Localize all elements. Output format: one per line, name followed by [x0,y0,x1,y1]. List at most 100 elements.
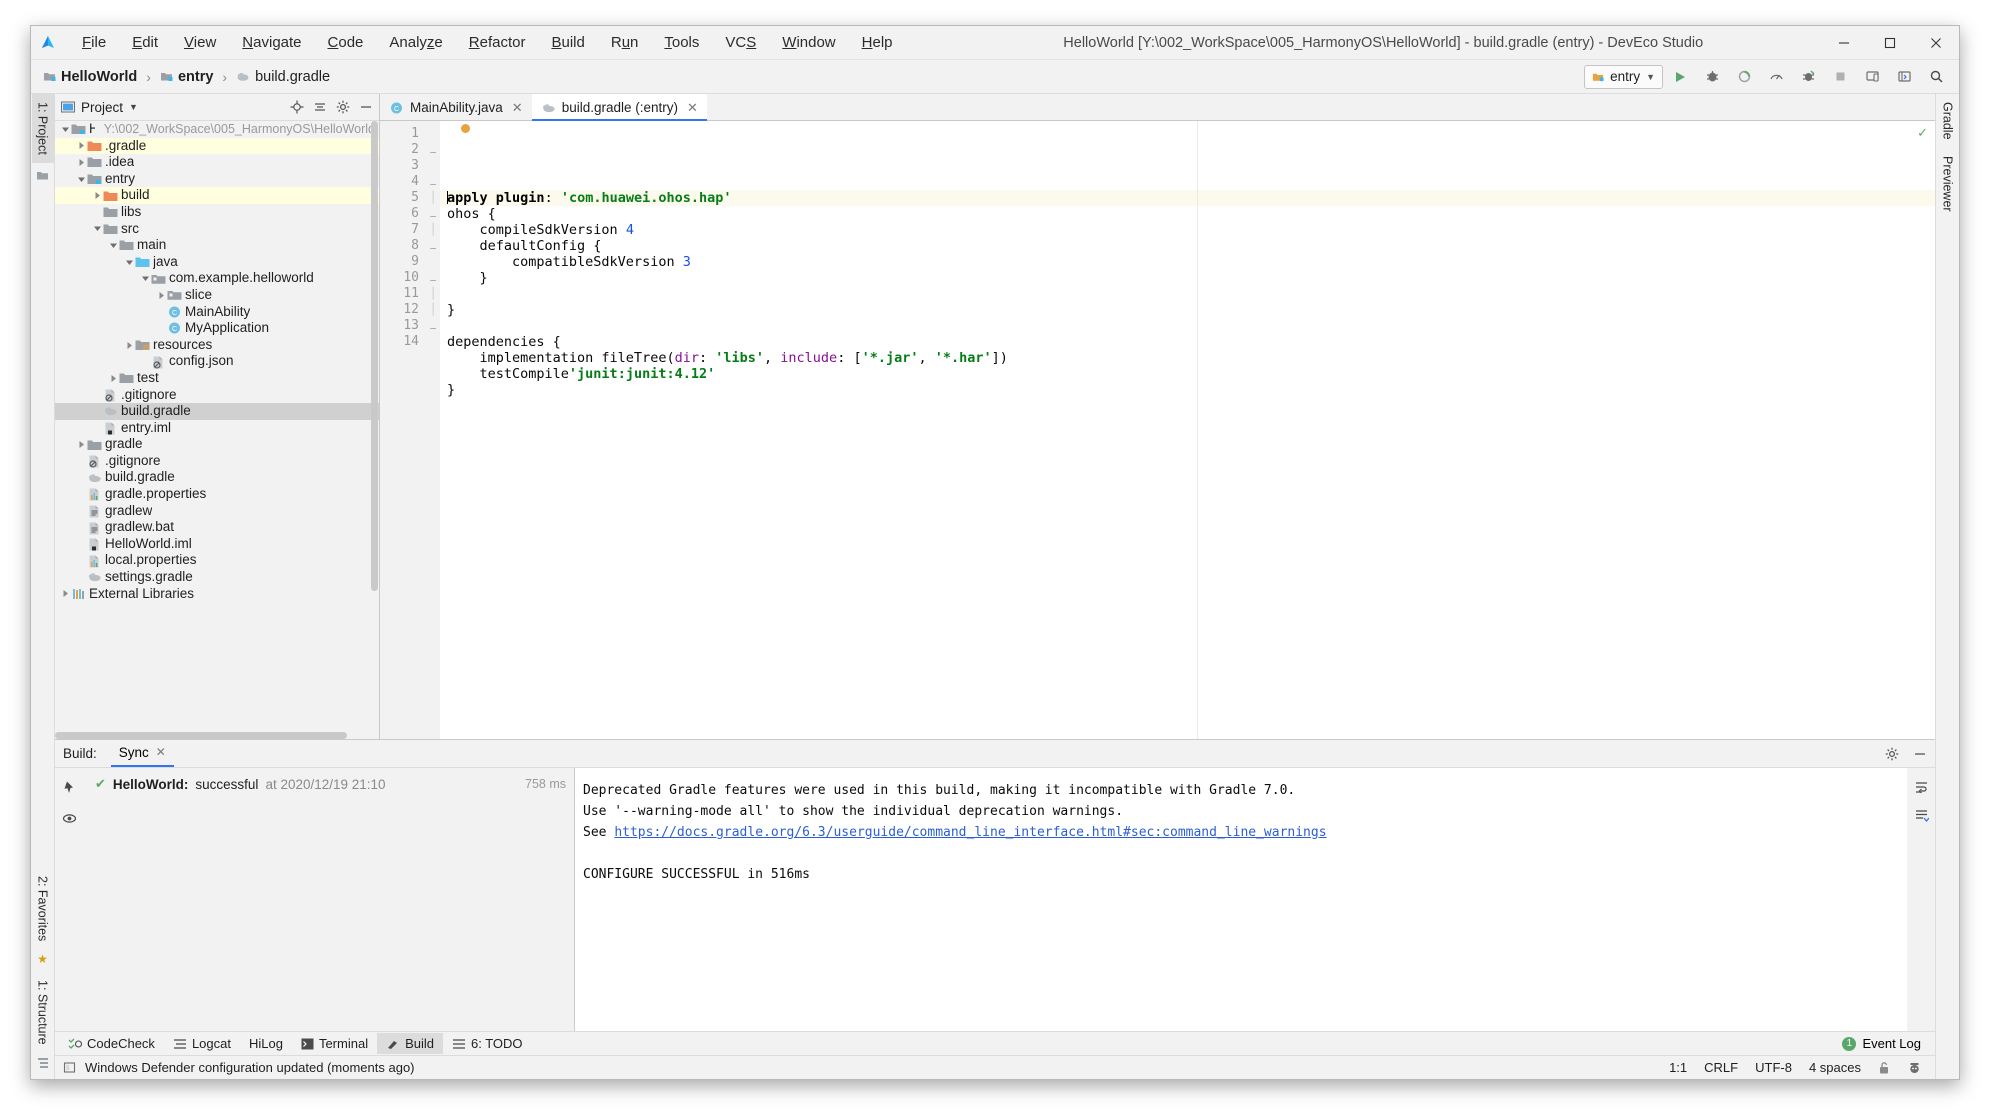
code-line[interactable]: defaultConfig { [447,238,1935,254]
fold-toggle-icon[interactable]: ⚊ [426,142,440,158]
fold-toggle-icon[interactable]: ⚊ [426,238,440,254]
chevron-down-icon[interactable] [123,258,135,267]
attach-debugger-button[interactable] [1793,64,1823,90]
build-results-tree[interactable]: ✔ HelloWorld: successful at 2020/12/19 2… [83,768,575,1031]
tree-node-gradle[interactable]: gradle [55,436,379,453]
tree-vertical-scrollbar[interactable] [371,121,378,591]
tree-node-external-libraries[interactable]: External Libraries [55,586,379,603]
menu-edit[interactable]: Edit [119,30,171,55]
code-line[interactable]: compileSdkVersion 4 [447,222,1935,238]
chevron-right-icon[interactable] [75,158,87,167]
sidebar-item-gradle[interactable]: Gradle [1937,94,1959,148]
code-line[interactable]: testCompile'junit:junit:4.12' [447,366,1935,382]
tool-window-tab-6-todo[interactable]: 6: TODO [443,1033,532,1054]
editor-tab-bar[interactable]: CMainAbility.java✕build.gradle (:entry)✕ [380,94,1935,121]
code-line[interactable]: ohos { [447,206,1935,222]
soft-wrap-icon[interactable] [1914,780,1929,795]
tree-node-gradle-properties[interactable]: gradle.properties [55,486,379,503]
chevron-right-icon[interactable] [123,341,135,350]
editor-tab-mainability-java[interactable]: CMainAbility.java✕ [380,94,532,121]
stop-button[interactable] [1825,64,1855,90]
code-line[interactable]: apply plugin: 'com.huawei.ohos.hap' [440,190,1935,206]
menu-refactor[interactable]: Refactor [456,30,539,55]
fold-toggle-icon[interactable]: ⚊ [426,174,440,190]
tree-node-build-gradle[interactable]: build.gradle [55,403,379,420]
unlocked-icon[interactable] [1878,1061,1891,1075]
gear-icon[interactable] [1885,747,1899,761]
line-separator[interactable]: CRLF [1704,1060,1738,1075]
sidebar-item-previewer[interactable]: Previewer [1937,148,1959,220]
event-log-area[interactable]: 1 Event Log [1842,1036,1931,1051]
tree-node-libs[interactable]: libs [55,204,379,221]
run-button[interactable] [1665,64,1695,90]
breadcrumb-item-project[interactable]: HelloWorld [39,67,141,87]
project-tree[interactable]: HelloWorldY:\002_WorkSpace\005_HarmonyOS… [55,121,379,739]
close-icon[interactable]: ✕ [512,100,523,116]
sidebar-item-favorites[interactable]: 2: Favorites [32,868,54,949]
tree-node-com-example-helloworld[interactable]: com.example.helloworld [55,270,379,287]
tree-node-gradlew[interactable]: gradlew [55,503,379,520]
tree-node--gitignore[interactable]: .gitignore [55,387,379,404]
tree-node-main[interactable]: main [55,237,379,254]
code-line[interactable] [447,398,1935,414]
tree-horizontal-scrollbar[interactable] [55,732,347,739]
chevron-right-icon[interactable] [107,374,119,383]
fold-toggle-icon[interactable]: ⚊ [426,270,440,286]
pin-icon[interactable] [62,780,77,795]
collapse-all-icon[interactable] [313,100,327,114]
menu-bar[interactable]: File Edit View Navigate Code Analyze Ref… [69,30,906,55]
code-line[interactable] [447,286,1935,302]
tree-node-helloworld-iml[interactable]: HelloWorld.iml [55,536,379,553]
chevron-down-icon[interactable] [75,175,87,184]
breadcrumb-item-module[interactable]: entry [156,67,217,87]
tree-node-local-properties[interactable]: local.properties [55,552,379,569]
tool-window-bar[interactable]: CodeCheckLogcatHiLogTerminalBuild6: TODO… [55,1031,1935,1055]
tree-node-myapplication[interactable]: CMyApplication [55,320,379,337]
run-coverage-button[interactable] [1729,64,1759,90]
breadcrumb-item-file[interactable]: build.gradle [232,67,334,87]
chevron-right-icon[interactable] [155,291,167,300]
tree-node-config-json[interactable]: config.json [55,353,379,370]
tree-node--gradle[interactable]: .gradle [55,138,379,155]
code-line[interactable]: compatibleSdkVersion 3 [447,254,1935,270]
tree-node--idea[interactable]: .idea [55,154,379,171]
tool-window-tab-terminal[interactable]: Terminal [292,1033,377,1054]
tool-window-tab-build[interactable]: Build [377,1033,443,1054]
code-line[interactable]: } [447,270,1935,286]
chevron-right-icon[interactable] [75,440,87,449]
inspector-icon[interactable] [1908,1061,1921,1075]
code-line[interactable]: dependencies { [447,334,1935,350]
minimize-icon[interactable] [1821,26,1867,60]
code-folding-gutter[interactable]: ⚊ ⚊│⚊│⚊ ⚊││⚊ [426,121,440,739]
event-log-label[interactable]: Event Log [1862,1036,1921,1051]
chevron-down-icon[interactable] [59,125,71,134]
debug-button[interactable] [1697,64,1727,90]
code-editor[interactable]: 1234567891011121314 ⚊ ⚊│⚊│⚊ ⚊││⚊ apply p… [380,121,1935,739]
chevron-right-icon[interactable] [75,141,87,150]
locate-icon[interactable] [290,100,304,114]
close-icon[interactable]: ✕ [687,100,698,116]
menu-build[interactable]: Build [538,30,597,55]
scroll-to-end-icon[interactable] [1914,809,1929,824]
menu-window[interactable]: Window [769,30,848,55]
menu-help[interactable]: Help [849,30,906,55]
chevron-right-icon[interactable] [59,589,71,598]
menu-run[interactable]: Run [598,30,652,55]
chevron-down-icon[interactable] [107,241,119,250]
caret-position[interactable]: 1:1 [1669,1060,1687,1075]
tool-window-tab-codecheck[interactable]: CodeCheck [59,1033,164,1054]
fold-toggle-icon[interactable]: ⚊ [426,206,440,222]
tree-node-mainability[interactable]: CMainAbility [55,304,379,321]
tree-node-settings-gradle[interactable]: settings.gradle [55,569,379,586]
maximize-icon[interactable] [1867,26,1913,60]
tool-window-tab-logcat[interactable]: Logcat [164,1033,240,1054]
project-view-selector[interactable]: Project ▼ [61,100,138,115]
status-message[interactable]: Windows Defender configuration updated (… [85,1060,415,1075]
menu-analyze[interactable]: Analyze [376,30,455,55]
close-icon[interactable]: ✕ [156,745,166,759]
chevron-down-icon[interactable] [139,274,151,283]
menu-vcs[interactable]: VCS [712,30,769,55]
chevron-right-icon[interactable] [91,191,103,200]
sidebar-item-structure[interactable]: 1: Structure [32,972,54,1053]
hide-icon[interactable] [359,100,373,114]
